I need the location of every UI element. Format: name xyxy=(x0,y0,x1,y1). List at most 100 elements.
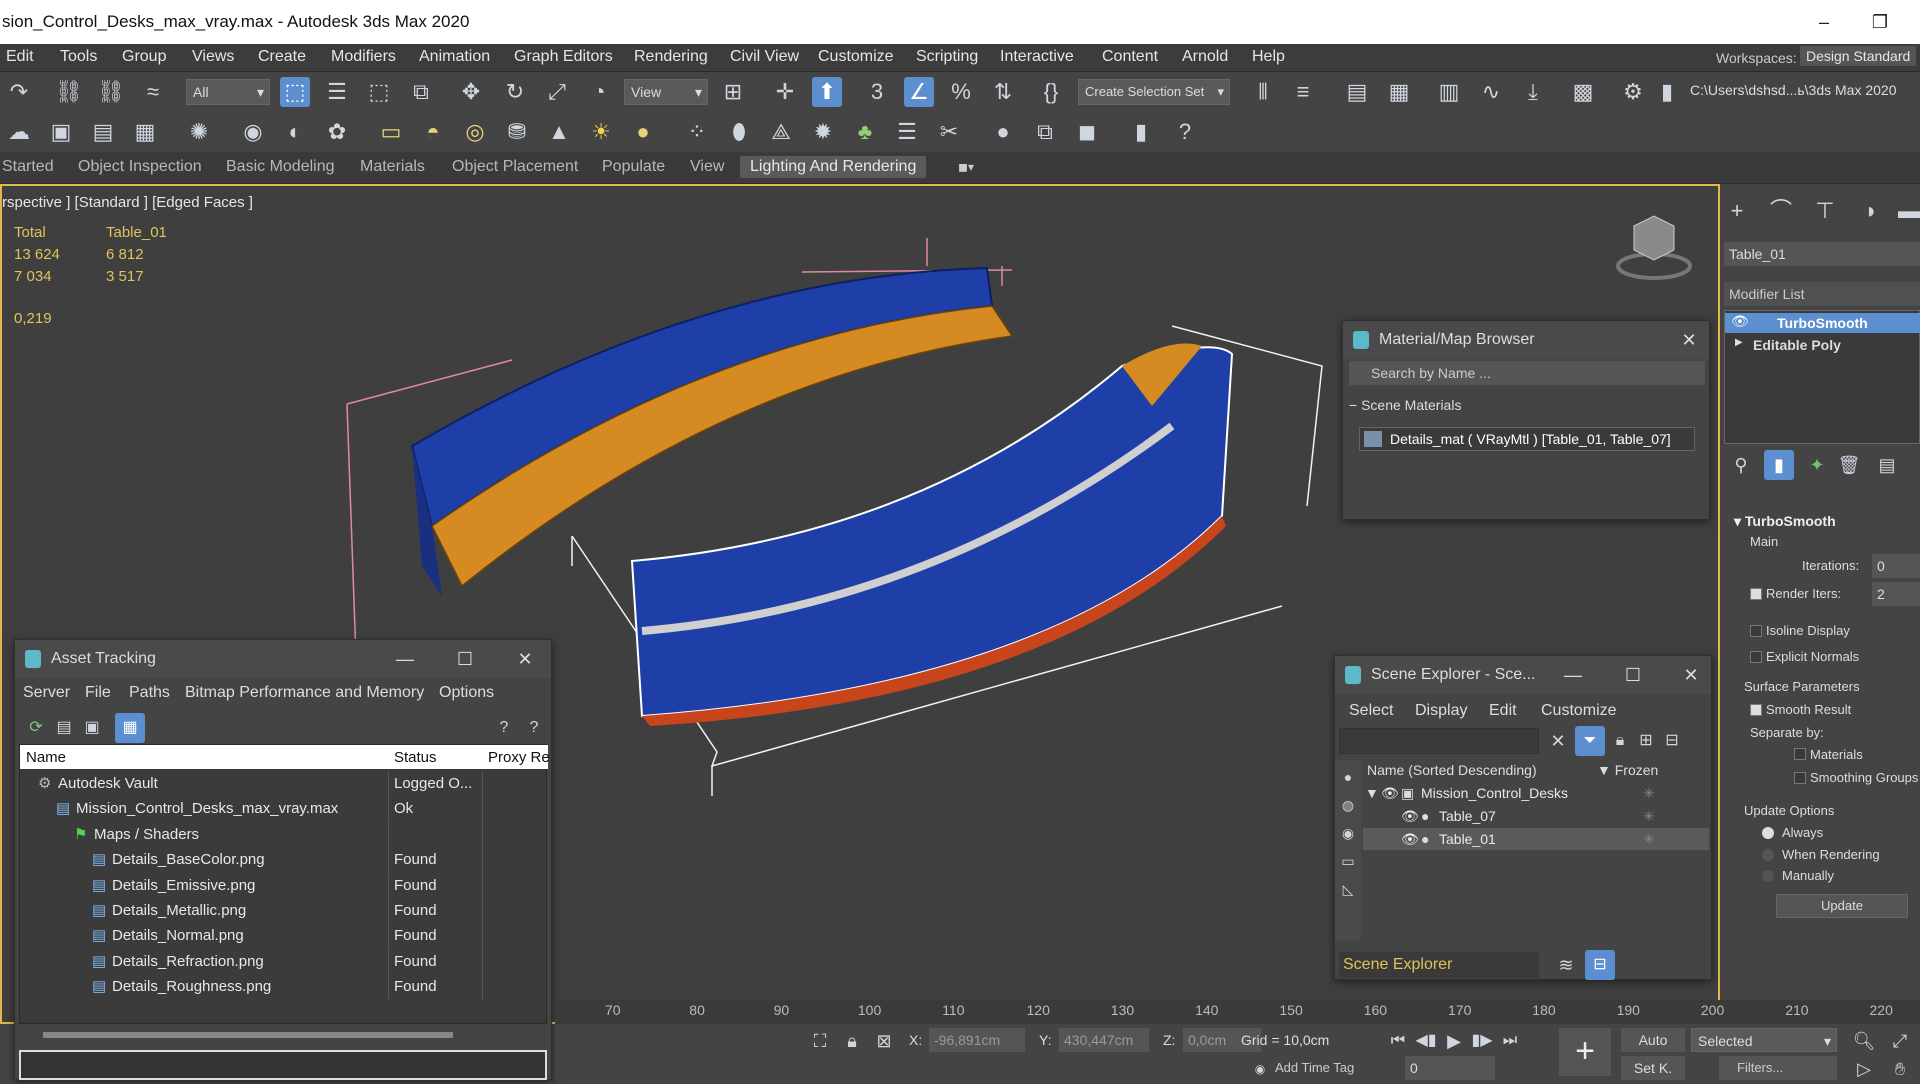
camera-icon[interactable]: ◉ xyxy=(238,117,268,147)
explorer-menu-select[interactable]: Select xyxy=(1349,702,1393,720)
motion-tab-icon[interactable]: ◑ xyxy=(1854,196,1884,226)
named-selection-icon[interactable]: {} xyxy=(1036,77,1066,107)
eye-icon[interactable]: 👁︎ xyxy=(1401,805,1419,827)
eye-icon[interactable]: 👁︎ xyxy=(1401,828,1419,850)
tab-lighting-and-rendering[interactable]: Lighting And Rendering xyxy=(740,156,927,178)
explorer-row[interactable]: ▼ 👁︎ ▣ ✳ Mission_Control_Desks xyxy=(1363,782,1709,804)
spot-light-icon[interactable]: ▲ xyxy=(544,117,574,147)
tab-object-placement[interactable]: Object Placement xyxy=(452,158,578,176)
render-setup-icon[interactable]: ⚙ xyxy=(1618,77,1648,107)
maximize-button[interactable]: ❐ xyxy=(1852,0,1908,44)
smooth-result-checkbox[interactable] xyxy=(1750,704,1762,716)
menu-animation[interactable]: Animation xyxy=(419,48,490,66)
update-button[interactable]: Update xyxy=(1776,894,1908,918)
asset-menu-paths[interactable]: Paths xyxy=(129,684,170,702)
menu-customize[interactable]: Customize xyxy=(818,48,894,66)
tab-materials[interactable]: Materials xyxy=(360,158,425,176)
ies-light-icon[interactable]: ⛃ xyxy=(502,117,532,147)
table-view-icon[interactable]: ▦ xyxy=(115,713,145,743)
compass-icon[interactable]: ✿ xyxy=(322,117,352,147)
snaps-icon[interactable]: 3 xyxy=(862,77,892,107)
keyboard-shortcut-icon[interactable]: ⬆ xyxy=(812,77,842,107)
menu-modifiers[interactable]: Modifiers xyxy=(331,48,396,66)
tab-populate[interactable]: Populate xyxy=(602,158,665,176)
frozen-icon[interactable]: ✳ xyxy=(1643,782,1655,804)
modifier-list-dropdown[interactable]: Modifier List xyxy=(1724,282,1920,306)
hair-icon[interactable]: ☰ xyxy=(892,117,922,147)
sphere-light-icon[interactable]: ◎ xyxy=(460,117,490,147)
explorer-menu-display[interactable]: Display xyxy=(1415,702,1467,720)
expand-arrow-icon[interactable]: ▼ xyxy=(1365,782,1379,804)
configure-modifier-sets-icon[interactable]: ▤ xyxy=(1872,450,1902,480)
scatter-icon[interactable]: ⁘ xyxy=(682,117,712,147)
grid-icon[interactable]: ▦ xyxy=(130,117,160,147)
key-filters-button[interactable]: Filters... xyxy=(1719,1056,1837,1080)
asset-path-field[interactable] xyxy=(19,1050,547,1080)
layer-sort-icon[interactable]: ≋ xyxy=(1551,950,1581,980)
tab-view[interactable]: View xyxy=(690,158,724,176)
tab-started[interactable]: Started xyxy=(2,158,54,176)
clipper-icon[interactable]: ✂ xyxy=(934,117,964,147)
update-when-rendering-radio[interactable] xyxy=(1762,849,1774,861)
clear-search-icon[interactable]: ✕ xyxy=(1543,726,1573,756)
asset-menu-file[interactable]: File xyxy=(85,684,111,702)
rotate-icon[interactable]: ↻ xyxy=(500,77,530,107)
tab-object-inspection[interactable]: Object Inspection xyxy=(78,158,202,176)
region-select-icon[interactable]: ⬚ xyxy=(364,77,394,107)
horizontal-scrollbar[interactable] xyxy=(43,1032,453,1038)
light-lister-icon[interactable]: ✺ xyxy=(184,117,214,147)
col-frozen[interactable]: ▼ Frozen xyxy=(1597,760,1658,780)
table-row[interactable]: ▤ Details_Refraction.png Found xyxy=(20,948,548,974)
highlight-icon[interactable]: ? xyxy=(519,713,549,743)
modify-tab-icon[interactable]: ⌒ xyxy=(1766,196,1796,226)
layers-icon[interactable]: ▦ xyxy=(1384,77,1414,107)
select-by-name-icon[interactable]: ☰ xyxy=(322,77,352,107)
proxy-icon[interactable]: ⬮ xyxy=(724,117,754,147)
dome-icon[interactable]: ◓ xyxy=(418,117,448,147)
material-sphere-icon[interactable]: ● xyxy=(988,117,1018,147)
display-cameras-icon[interactable]: ▭ xyxy=(1333,846,1363,876)
select-manipulate-icon[interactable]: ✛ xyxy=(770,77,800,107)
display-shapes-icon[interactable]: ◍ xyxy=(1333,790,1363,820)
explorer-name-dropdown[interactable]: Scene Explorer xyxy=(1339,952,1539,978)
move-icon[interactable]: ✥ xyxy=(456,77,486,107)
unlink-icon[interactable]: ⛓ xyxy=(96,77,126,107)
object-icon[interactable]: ● xyxy=(1421,805,1429,827)
go-to-start-icon[interactable]: ⏮ xyxy=(1383,1026,1413,1056)
eye-icon[interactable]: 👁︎ xyxy=(1731,313,1749,330)
frozen-icon[interactable]: ✳ xyxy=(1643,805,1655,827)
menu-graph-editors[interactable]: Graph Editors xyxy=(514,48,613,66)
scene-materials-header[interactable]: − Scene Materials xyxy=(1349,397,1461,413)
maximize-button[interactable]: ☐ xyxy=(1613,656,1653,694)
menu-help[interactable]: Help xyxy=(1252,48,1285,66)
cloud-icon[interactable]: ☁ xyxy=(4,117,34,147)
add-time-tag-label[interactable]: Add Time Tag xyxy=(1275,1060,1354,1075)
angle-snap-icon[interactable]: ∠ xyxy=(904,77,934,107)
display-geometry-icon[interactable]: ● xyxy=(1333,762,1363,792)
selection-lock-icon[interactable]: 🔒︎ xyxy=(837,1026,867,1056)
scale-icon[interactable]: ⤢ xyxy=(542,77,572,107)
table-row[interactable]: ▤ Details_Roughness.png Found xyxy=(20,974,548,1000)
curve-editor-icon[interactable]: ∿ xyxy=(1476,77,1506,107)
asset-menu-server[interactable]: Server xyxy=(23,684,70,702)
menu-scripting[interactable]: Scripting xyxy=(916,48,978,66)
frozen-icon[interactable]: ✳ xyxy=(1643,828,1655,850)
vray-settings-icon[interactable]: ▮ xyxy=(1126,117,1156,147)
isoline-checkbox[interactable] xyxy=(1750,625,1762,637)
stack-item-turbosmooth[interactable]: TurboSmooth xyxy=(1725,313,1920,333)
tab-basic-modeling[interactable]: Basic Modeling xyxy=(226,158,335,176)
schematic-view-icon[interactable]: ⤓ xyxy=(1518,77,1548,107)
close-icon[interactable]: ✕ xyxy=(1671,656,1711,694)
list-view-icon[interactable]: ▤ xyxy=(49,713,79,743)
play-icon[interactable]: ▶ xyxy=(1439,1026,1469,1056)
minimize-button[interactable]: — xyxy=(385,640,425,678)
menu-content[interactable]: Content xyxy=(1102,48,1158,66)
explorer-search-input[interactable] xyxy=(1339,728,1539,754)
plane-icon[interactable]: ▭ xyxy=(376,117,406,147)
update-manually-radio[interactable] xyxy=(1762,870,1774,882)
redo-icon[interactable]: ↷ xyxy=(4,77,34,107)
explorer-row[interactable]: 👁︎ ● ✳ Table_07 xyxy=(1363,805,1709,827)
x-coordinate-field[interactable]: -96,891cm xyxy=(929,1028,1025,1052)
render-frame-icon[interactable]: ▮ xyxy=(1652,77,1682,107)
sun-icon[interactable]: ☀ xyxy=(586,117,616,147)
